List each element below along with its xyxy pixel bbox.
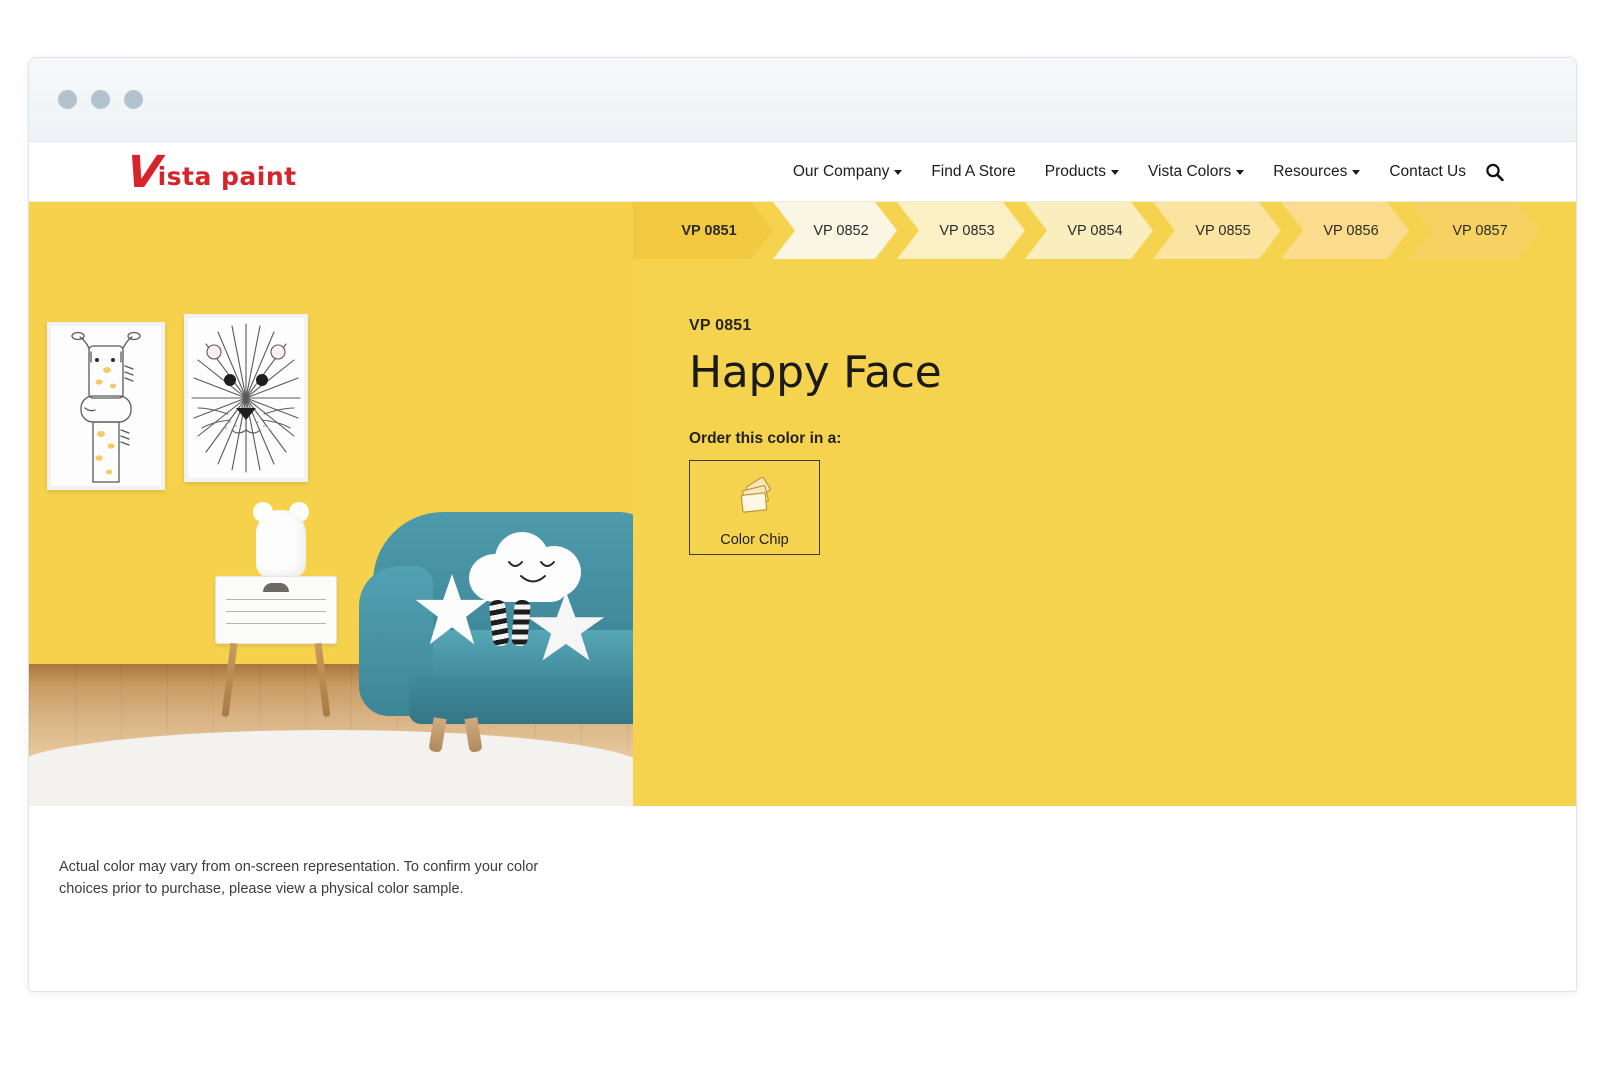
logo-wordmark: ista paint — [157, 161, 297, 191]
order-option-label: Color Chip — [720, 532, 789, 548]
disclaimer-text: Actual color may vary from on-screen rep… — [59, 859, 539, 898]
chip-tab-vp-0855[interactable]: VP 0855 — [1153, 202, 1281, 259]
nav-label: Contact Us — [1389, 162, 1466, 180]
chip-tab-label: VP 0853 — [939, 222, 995, 239]
bear-lamp — [253, 502, 309, 580]
nav-item-find-a-store[interactable]: Find A Store — [931, 163, 1015, 181]
nav-item-contact-us[interactable]: Contact Us — [1389, 163, 1466, 181]
lion-print — [184, 314, 308, 482]
chip-tab-label: VP 0857 — [1452, 222, 1508, 239]
chip-tab-vp-0857[interactable]: VP 0857 — [1409, 202, 1539, 259]
color-chip-tabs: VP 0851 VP 0852 VP 0853 VP 0854 VP 0855 VP 08… — [633, 202, 1576, 259]
chip-tab-vp-0853[interactable]: VP 0853 — [897, 202, 1025, 259]
site-header: V ista paint Our Company Find A Store Pr… — [29, 142, 1576, 202]
chip-tab-vp-0852[interactable]: VP 0852 — [773, 202, 897, 259]
main-navigation: Our Company Find A Store Products Vista … — [793, 163, 1466, 181]
nav-item-our-company[interactable]: Our Company — [792, 162, 903, 181]
nav-label: Resources — [1273, 162, 1348, 180]
search-icon[interactable] — [1485, 162, 1504, 181]
chip-tab-label: VP 0854 — [1067, 222, 1123, 239]
vista-paint-logo[interactable]: V ista paint — [124, 146, 297, 198]
chip-tab-label: VP 0851 — [681, 222, 737, 239]
nav-item-vista-colors[interactable]: Vista Colors — [1147, 162, 1245, 181]
chip-tab-vp-0851[interactable]: VP 0851 — [633, 202, 773, 259]
color-detail-body: VP 0851 Happy Face Order this color in a… — [633, 259, 1576, 555]
order-options: Color Chip — [689, 460, 1576, 555]
chip-tab-label: VP 0855 — [1195, 222, 1251, 239]
order-label: Order this color in a: — [689, 430, 842, 447]
nav-item-products[interactable]: Products — [1045, 163, 1119, 181]
chevron-down-icon — [1110, 170, 1119, 175]
logo-initial: V — [124, 146, 164, 198]
striped-legs-doll — [488, 599, 535, 647]
content-area: VP 0851 VP 0852 VP 0853 VP 0854 VP 0855 VP 08… — [29, 202, 1576, 806]
nightstand — [215, 576, 337, 718]
nav-label: Find A Store — [931, 162, 1016, 180]
chip-tab-vp-0856[interactable]: VP 0856 — [1281, 202, 1409, 259]
color-code: VP 0851 — [689, 317, 752, 334]
chip-tab-label: VP 0852 — [813, 222, 869, 239]
chevron-down-icon — [1236, 170, 1245, 175]
giraffe-print — [47, 322, 165, 490]
chip-tab-label: VP 0856 — [1323, 222, 1379, 239]
nav-label: Vista Colors — [1147, 162, 1232, 180]
minimize-dot[interactable] — [91, 90, 110, 109]
order-option-color-chip[interactable]: Color Chip — [689, 460, 820, 555]
nav-label: Products — [1044, 162, 1106, 180]
browser-titlebar — [29, 58, 1576, 142]
chevron-down-icon — [894, 170, 903, 175]
color-chip-icon — [735, 476, 775, 520]
nav-label: Our Company — [792, 162, 890, 180]
nav-item-resources[interactable]: Resources — [1273, 162, 1361, 181]
color-name: Happy Face — [689, 347, 942, 398]
maximize-dot[interactable] — [124, 90, 143, 109]
close-dot[interactable] — [58, 90, 77, 109]
chip-tab-vp-0854[interactable]: VP 0854 — [1025, 202, 1153, 259]
browser-window: V ista paint Our Company Find A Store Pr… — [28, 57, 1577, 992]
room-scene-image — [29, 202, 633, 806]
cloud-pillow — [469, 532, 581, 604]
color-detail-panel: VP 0851 VP 0852 VP 0853 VP 0854 VP 0855 VP 08… — [633, 202, 1576, 806]
chevron-down-icon — [1352, 170, 1361, 175]
